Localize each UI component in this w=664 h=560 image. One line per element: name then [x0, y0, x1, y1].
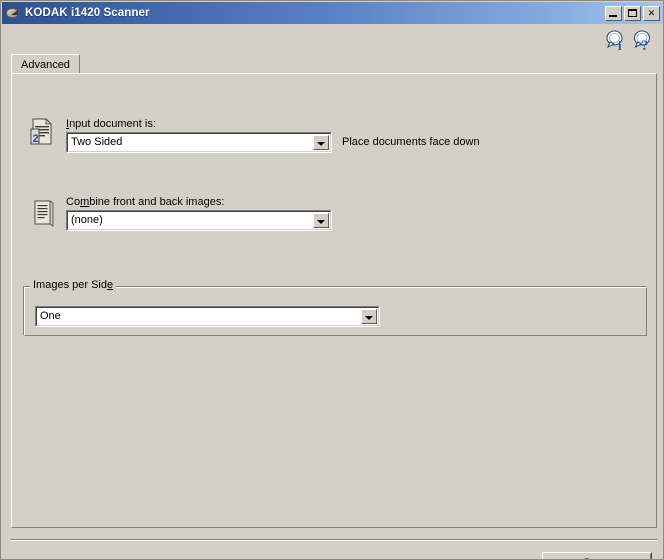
- page-icon: [31, 198, 57, 228]
- images-per-side-legend-accel: e: [106, 279, 114, 291]
- input-document-label-rest: nput document is:: [69, 118, 156, 130]
- minimize-button[interactable]: [605, 5, 622, 21]
- close-button[interactable]: ✕: [643, 5, 660, 21]
- tab-advanced-label: Advanced: [21, 59, 70, 71]
- place-documents-hint: Place documents face down: [342, 136, 480, 148]
- close-icon: ✕: [647, 7, 656, 18]
- window-title: KODAK i1420 Scanner: [25, 7, 150, 19]
- svg-text:2: 2: [33, 133, 39, 145]
- input-document-value: Two Sided: [71, 136, 123, 148]
- input-document-dropdown[interactable]: Two Sided: [66, 132, 332, 153]
- title-bar: KODAK i1420 Scanner ✕: [2, 2, 663, 24]
- tab-advanced[interactable]: Advanced: [11, 54, 80, 74]
- images-per-side-value: One: [40, 310, 61, 322]
- svg-text:?: ?: [641, 38, 649, 54]
- combine-images-value: (none): [71, 214, 103, 226]
- input-document-label: Input document is:: [66, 118, 156, 130]
- info-icon[interactable]: i: [605, 30, 627, 54]
- scanner-icon: [5, 5, 21, 21]
- client-area: i ? Advanced 2 Input document is: Two Si…: [2, 24, 663, 559]
- help-icon[interactable]: ?: [632, 30, 654, 54]
- images-per-side-dropdown[interactable]: One: [35, 306, 380, 327]
- tab-panel-advanced: 2 Input document is: Two Sided Place doc…: [11, 73, 657, 528]
- combine-images-dropdown[interactable]: (none): [66, 210, 332, 231]
- combine-images-label-rest: bine front and back images:: [89, 196, 225, 208]
- scanner-settings-window: KODAK i1420 Scanner ✕ i ? Advanced 2 Inp…: [0, 0, 664, 560]
- svg-text:i: i: [618, 38, 622, 53]
- images-per-side-dropdown-arrow[interactable]: [361, 309, 377, 324]
- combine-images-label-pre: Co: [66, 196, 81, 208]
- images-per-side-legend-pre: Images per Sid: [33, 279, 107, 291]
- input-document-dropdown-arrow[interactable]: [313, 135, 329, 150]
- done-button[interactable]: Done: [542, 552, 652, 559]
- maximize-button[interactable]: [624, 5, 641, 21]
- footer-separator: [11, 539, 657, 541]
- help-icons-group: i ?: [605, 30, 654, 54]
- images-per-side-legend: Images per Side: [30, 279, 117, 291]
- window-controls: ✕: [605, 5, 663, 21]
- combine-images-label: Combine front and back images:: [66, 196, 224, 208]
- tab-strip: Advanced: [11, 54, 657, 74]
- combine-images-dropdown-arrow[interactable]: [313, 213, 329, 228]
- two-sided-document-icon: 2: [29, 117, 55, 147]
- combine-images-label-accel: m: [80, 196, 90, 208]
